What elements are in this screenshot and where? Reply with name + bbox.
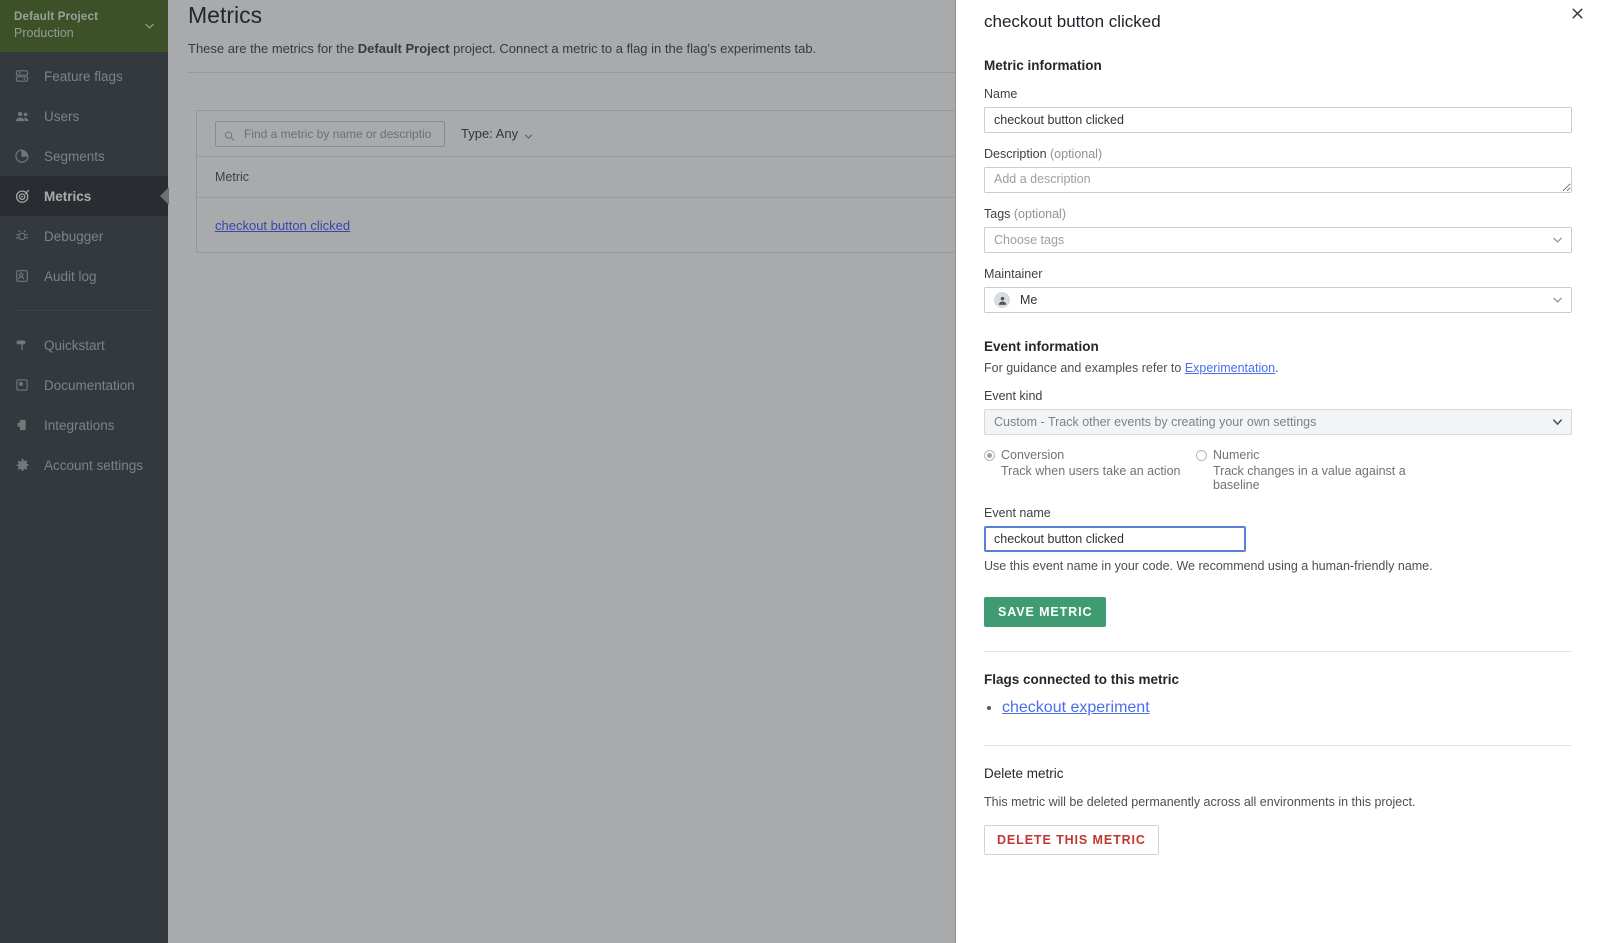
description-field-group: Description (optional) <box>984 147 1572 193</box>
description-label: Description (optional) <box>984 147 1572 161</box>
description-label-text: Description <box>984 147 1047 161</box>
app-root: Default Project Production Feature flags <box>0 0 1600 943</box>
delete-metric-button[interactable]: DELETE THIS METRIC <box>984 825 1159 855</box>
tags-label: Tags (optional) <box>984 207 1572 221</box>
list-item: checkout experiment <box>1002 699 1572 717</box>
maintainer-label: Maintainer <box>984 267 1572 281</box>
guidance-before: For guidance and examples refer to <box>984 361 1185 375</box>
description-optional-text: (optional) <box>1047 147 1103 161</box>
experimentation-link[interactable]: Experimentation <box>1185 361 1275 375</box>
event-kind-field-group: Event kind Custom - Track other events b… <box>984 389 1572 435</box>
name-field-group: Name <box>984 87 1572 133</box>
radio-button-numeric[interactable] <box>1196 450 1207 461</box>
person-avatar-icon <box>994 292 1010 308</box>
modal-overlay[interactable] <box>0 0 955 943</box>
event-type-radio-group: Conversion Track when users take an acti… <box>984 448 1572 492</box>
chevron-down-icon <box>1552 295 1563 306</box>
event-guidance-text: For guidance and examples refer to Exper… <box>984 361 1572 375</box>
radio-line-conversion: Conversion <box>984 448 1196 462</box>
radio-label-conversion: Conversion <box>1001 448 1064 462</box>
radio-description-conversion: Track when users take an action <box>984 464 1196 478</box>
radio-button-conversion[interactable] <box>984 450 995 461</box>
event-name-input[interactable] <box>984 526 1246 552</box>
name-label: Name <box>984 87 1572 101</box>
close-icon[interactable] <box>1566 2 1588 24</box>
metric-information-heading: Metric information <box>984 58 1572 73</box>
chevron-down-icon <box>1552 417 1563 428</box>
connected-flag-link[interactable]: checkout experiment <box>1002 699 1150 716</box>
event-kind-label: Event kind <box>984 389 1572 403</box>
maintainer-field-group: Maintainer Me <box>984 267 1572 313</box>
description-textarea[interactable] <box>984 167 1572 193</box>
panel-divider-flags <box>984 651 1572 652</box>
event-kind-select[interactable]: Custom - Track other events by creating … <box>984 409 1572 435</box>
radio-description-numeric: Track changes in a value against a basel… <box>1196 464 1408 492</box>
radio-label-numeric: Numeric <box>1213 448 1260 462</box>
flags-connected-heading: Flags connected to this metric <box>984 672 1572 687</box>
connected-flags-list: checkout experiment <box>984 699 1572 717</box>
panel-divider-delete <box>984 745 1572 746</box>
delete-metric-heading: Delete metric <box>984 766 1572 781</box>
panel-title: checkout button clicked <box>984 8 1572 32</box>
event-name-helper-text: Use this event name in your code. We rec… <box>984 559 1572 573</box>
maintainer-select[interactable]: Me <box>984 287 1572 313</box>
radio-option-conversion[interactable]: Conversion Track when users take an acti… <box>984 448 1196 492</box>
event-name-label: Event name <box>984 506 1572 520</box>
tags-select-value: Choose tags <box>994 233 1064 247</box>
delete-metric-description: This metric will be deleted permanently … <box>984 795 1572 809</box>
metric-detail-panel: checkout button clicked Metric informati… <box>955 0 1600 943</box>
event-kind-value: Custom - Track other events by creating … <box>994 415 1316 429</box>
save-metric-button[interactable]: SAVE METRIC <box>984 597 1106 627</box>
event-name-field-group: Event name Use this event name in your c… <box>984 506 1572 573</box>
event-information-heading: Event information <box>984 339 1572 354</box>
tags-label-text: Tags <box>984 207 1010 221</box>
tags-field-group: Tags (optional) Choose tags <box>984 207 1572 253</box>
radio-option-numeric[interactable]: Numeric Track changes in a value against… <box>1196 448 1408 492</box>
maintainer-value: Me <box>1020 293 1037 307</box>
radio-line-numeric: Numeric <box>1196 448 1408 462</box>
chevron-down-icon <box>1552 235 1563 246</box>
name-input[interactable] <box>984 107 1572 133</box>
tags-select[interactable]: Choose tags <box>984 227 1572 253</box>
tags-optional-text: (optional) <box>1010 207 1066 221</box>
guidance-after: . <box>1275 361 1278 375</box>
panel-body: checkout button clicked Metric informati… <box>956 0 1600 855</box>
